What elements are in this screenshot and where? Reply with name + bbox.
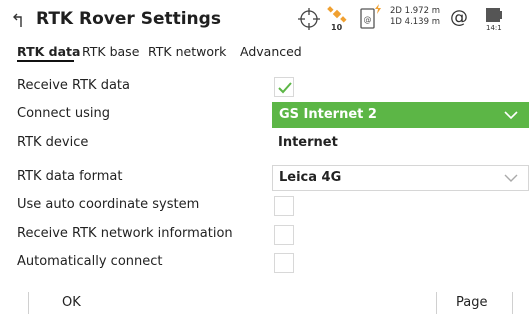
use-auto-coordinate-system-label: Use auto coordinate system (17, 197, 200, 212)
page-button[interactable]: Page (456, 295, 487, 310)
tab-advanced[interactable]: Advanced (240, 44, 302, 59)
automatically-connect-checkbox[interactable] (274, 253, 294, 273)
automatically-connect-label: Automatically connect (17, 254, 163, 269)
row-connect-using: Connect using GS Internet 2 (0, 101, 529, 129)
back-icon[interactable] (12, 11, 26, 29)
crosshair-icon[interactable] (298, 8, 320, 30)
rtk-device-label: RTK device (17, 135, 89, 150)
row-automatically-connect: Automatically connect (0, 249, 529, 277)
chevron-down-icon (504, 111, 518, 120)
row-rtk-device: RTK device Internet (0, 130, 529, 158)
ok-button[interactable]: OK (62, 295, 81, 310)
page-title: RTK Rover Settings (36, 9, 221, 29)
row-rtk-data-format: RTK data format Leica 4G (0, 164, 529, 192)
rtk-data-format-label: RTK data format (17, 169, 123, 184)
tab-rtk-network[interactable]: RTK network (148, 44, 226, 59)
receive-rtk-data-label: Receive RTK data (17, 78, 130, 93)
at-icon[interactable]: @ (450, 7, 468, 28)
connect-using-label: Connect using (17, 106, 110, 121)
use-auto-coordinate-system-checkbox[interactable] (274, 196, 294, 216)
softkey-divider (28, 292, 29, 314)
receive-rtk-data-checkbox[interactable] (274, 77, 294, 97)
tab-bar: RTK data RTK base RTK network Advanced (0, 41, 529, 63)
checkmark-icon (278, 82, 292, 94)
receive-rtk-network-information-label: Receive RTK network information (17, 226, 233, 241)
softkey-bar: OK Page (0, 288, 529, 318)
precision-readout: 2D 1.972 m 1D 4.139 m (390, 6, 440, 28)
softkey-divider (436, 292, 437, 314)
rtk-data-format-dropdown[interactable]: Leica 4G (272, 165, 529, 191)
connect-using-value: GS Internet 2 (279, 107, 377, 122)
precision-2d: 2D 1.972 m (390, 6, 440, 16)
softkey-divider (512, 292, 513, 314)
svg-text:@: @ (364, 15, 372, 24)
battery-label: 14:1 (486, 24, 502, 32)
row-receive-rtk-data: Receive RTK data (0, 73, 529, 101)
row-use-auto-coordinate-system: Use auto coordinate system (0, 192, 529, 220)
connect-using-dropdown[interactable]: GS Internet 2 (272, 102, 529, 128)
receive-rtk-network-information-checkbox[interactable] (274, 225, 294, 245)
active-tab-indicator (17, 60, 74, 62)
row-receive-rtk-network-information: Receive RTK network information (0, 221, 529, 249)
precision-1d: 1D 4.139 m (390, 17, 440, 27)
rtk-data-format-value: Leica 4G (279, 170, 342, 185)
satellite-count: 10 (331, 23, 343, 32)
lightning-icon (375, 4, 381, 14)
rtk-device-value: Internet (278, 135, 338, 150)
tab-rtk-data[interactable]: RTK data (17, 44, 80, 59)
tab-rtk-base[interactable]: RTK base (82, 44, 139, 59)
title-bar: RTK Rover Settings 10 @ 2D 1.972 m 1D 4.… (0, 0, 529, 40)
chevron-down-icon (504, 174, 518, 182)
